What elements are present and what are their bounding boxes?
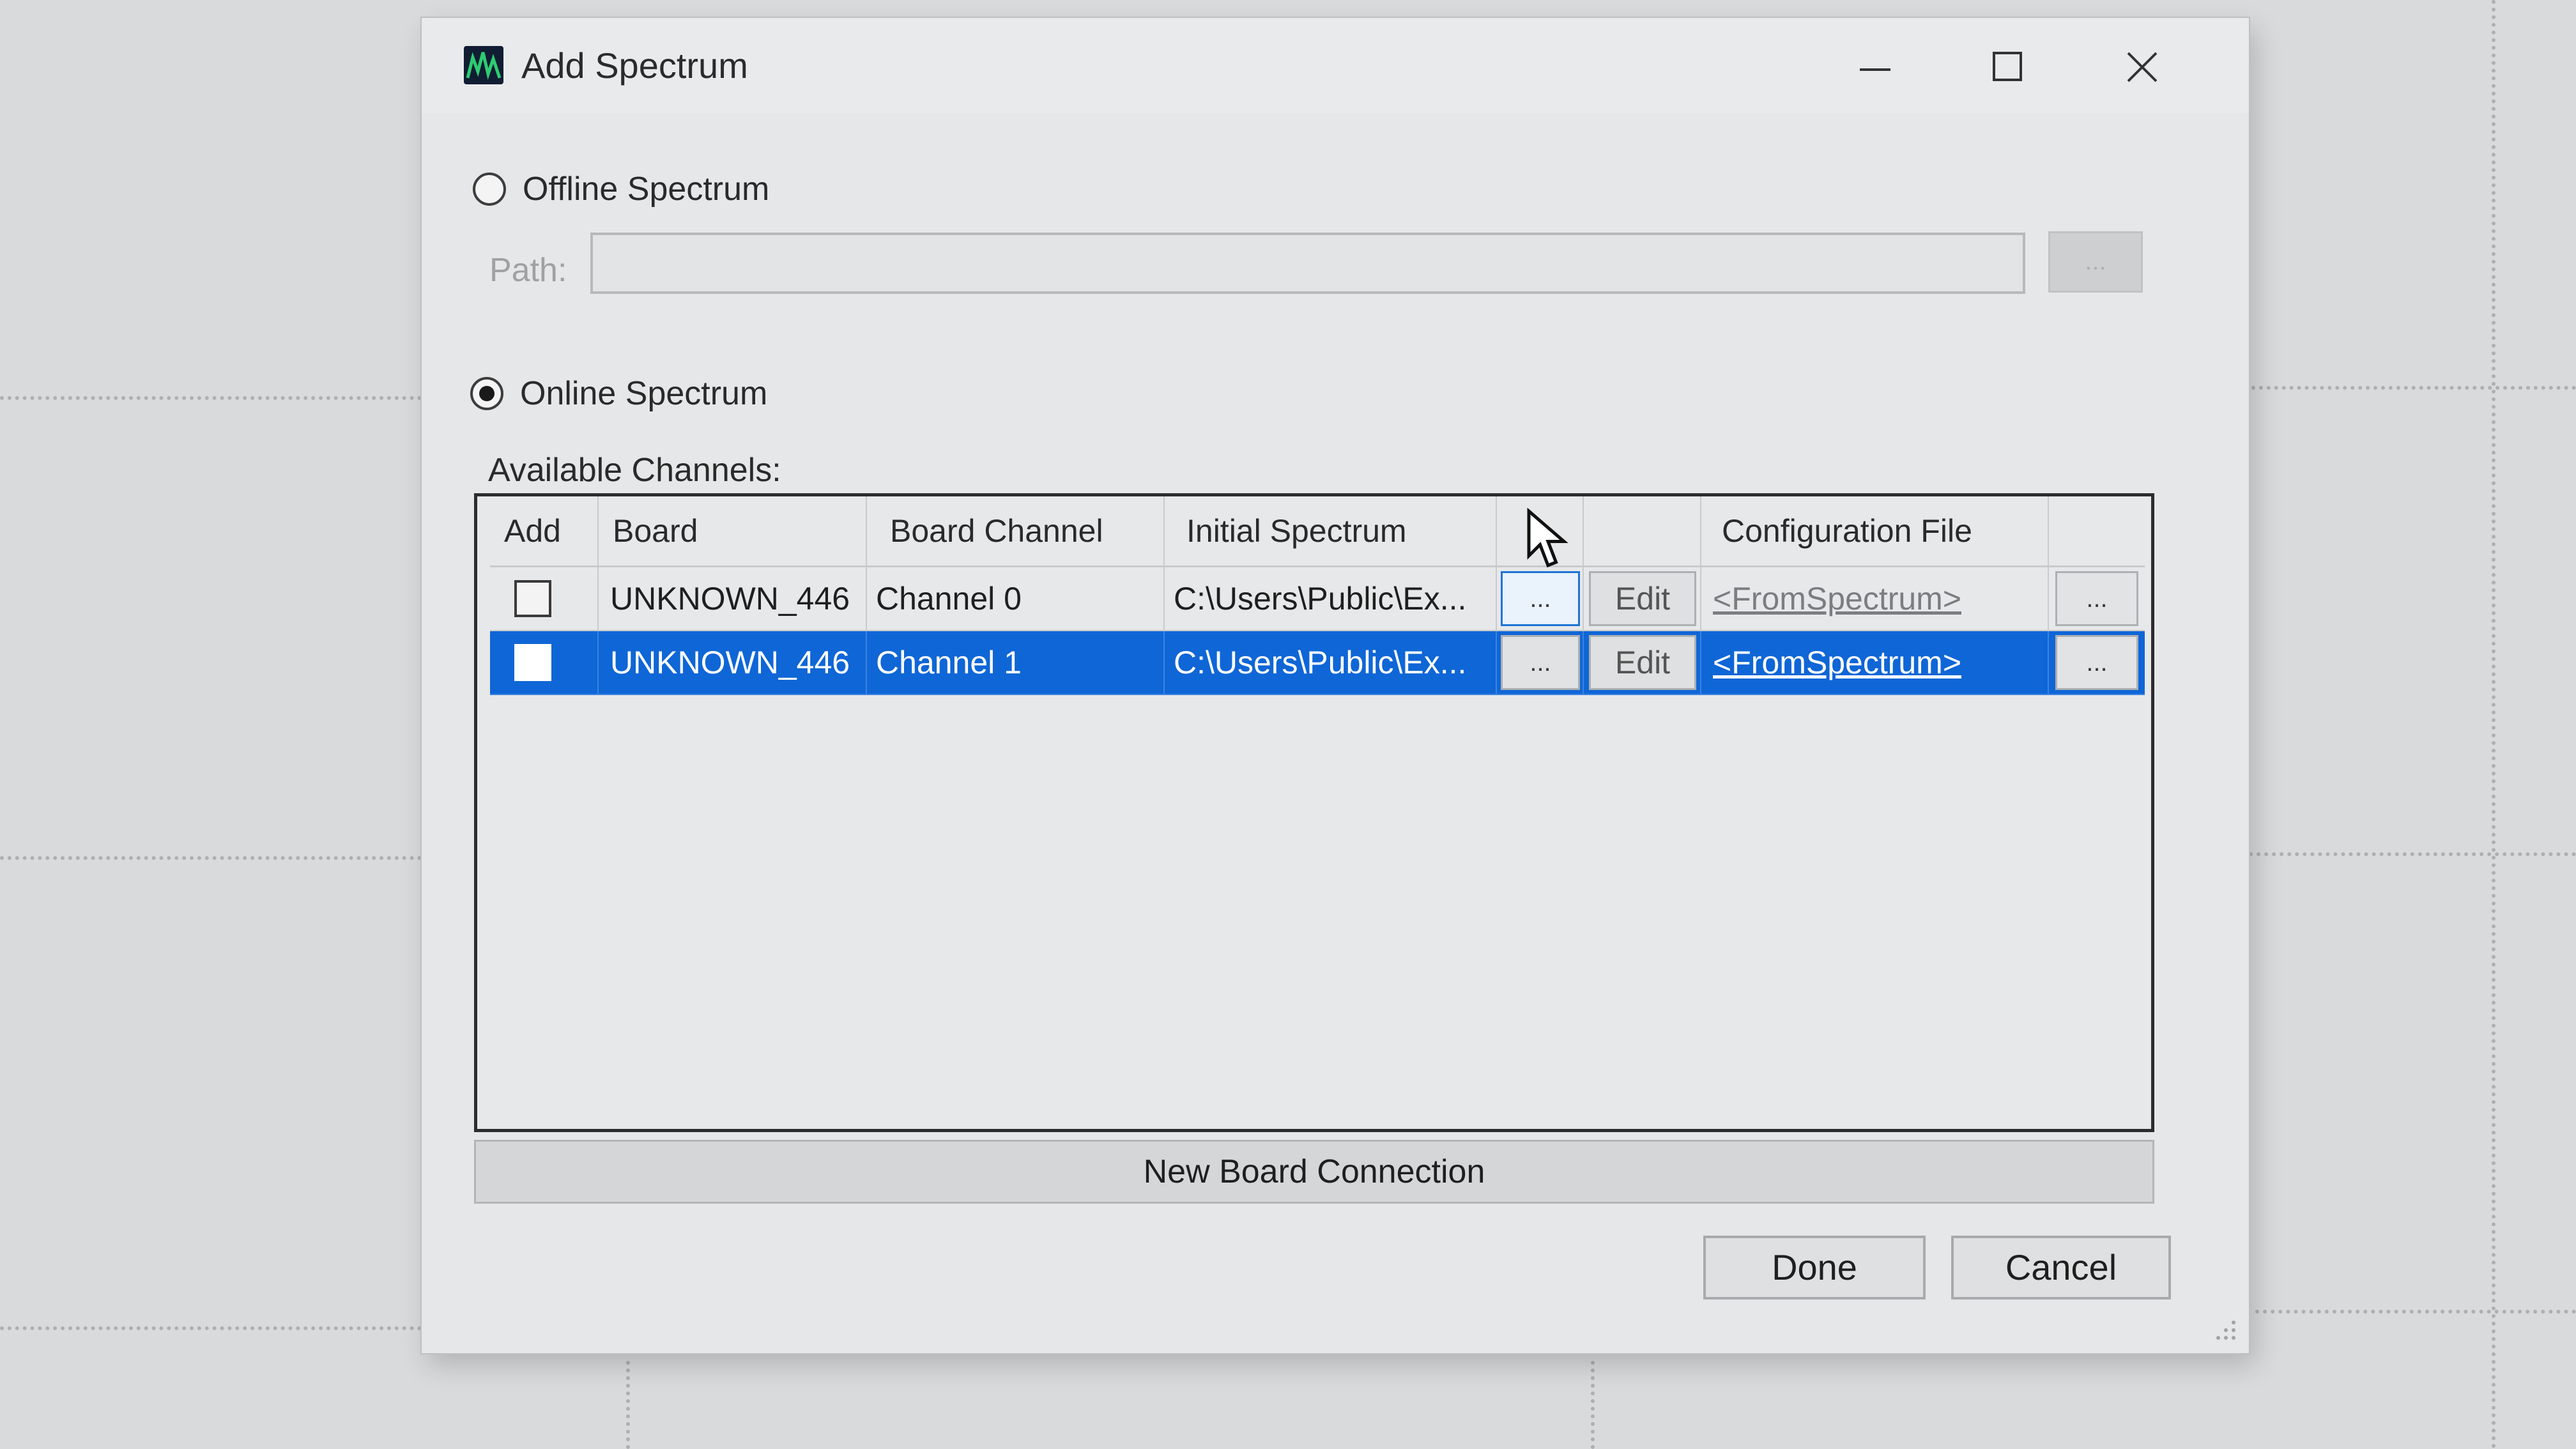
dialog-content: Offline Spectrum Path: ... Online Spectr… — [422, 114, 2249, 1353]
initial-spectrum-cell: C:\Users\Public\Ex... — [1165, 631, 1497, 695]
background-grid-line — [2249, 852, 2576, 856]
channels-grid: Add Board Board Channel Initial Spectrum… — [474, 493, 2154, 1132]
add-checkbox[interactable] — [514, 580, 551, 617]
initial-spectrum-browse-button[interactable]: ... — [1501, 571, 1580, 626]
path-input[interactable] — [590, 233, 2025, 294]
background-grid-line — [2236, 386, 2576, 390]
column-header-configuration-file[interactable]: Configuration File — [1701, 496, 2049, 565]
radio-circle — [470, 377, 503, 410]
initial-spectrum-browse-button[interactable]: ... — [1501, 635, 1580, 690]
cancel-button[interactable]: Cancel — [1951, 1236, 2171, 1300]
background-grid-line — [0, 1326, 422, 1330]
initial-spectrum-cell: C:\Users\Public\Ex... — [1165, 567, 1497, 631]
grid-header: Add Board Board Channel Initial Spectrum… — [490, 496, 2145, 567]
configuration-file-link[interactable]: <FromSpectrum> — [1713, 580, 1961, 617]
background-grid-line — [1591, 1361, 1595, 1449]
path-label: Path: — [489, 252, 567, 289]
background-grid-line — [0, 396, 422, 400]
config-browse-button[interactable]: ... — [2055, 635, 2138, 690]
edit-button[interactable]: Edit — [1589, 571, 1696, 626]
minimize-button[interactable] — [1827, 32, 1923, 102]
add-spectrum-dialog: Add Spectrum Offline Spectrum Path: ... … — [422, 18, 2249, 1353]
maximize-button[interactable] — [1960, 32, 2056, 102]
table-row[interactable]: UNKNOWN_446 Channel 0 C:\Users\Public\Ex… — [490, 567, 2145, 631]
online-spectrum-radio[interactable]: Online Spectrum — [470, 374, 767, 413]
path-browse-button[interactable]: ... — [2048, 231, 2143, 293]
close-icon — [2127, 52, 2158, 82]
column-header-board-channel[interactable]: Board Channel — [867, 496, 1165, 565]
board-channel-cell: Channel 1 — [867, 631, 1165, 695]
add-checkbox[interactable] — [514, 644, 551, 681]
mouse-pointer-icon — [1527, 508, 1568, 568]
column-header-config-browse — [2049, 496, 2145, 565]
title-bar: Add Spectrum — [422, 18, 2249, 114]
background-grid-line — [2255, 1310, 2576, 1314]
board-cell: UNKNOWN_446 — [599, 631, 867, 695]
column-header-initial-spectrum[interactable]: Initial Spectrum — [1165, 496, 1497, 565]
maximize-icon — [1993, 52, 2022, 81]
radio-circle — [473, 172, 506, 206]
minimize-icon — [1860, 68, 1890, 71]
window-title: Add Spectrum — [521, 45, 748, 86]
board-channel-cell: Channel 0 — [867, 567, 1165, 631]
offline-spectrum-label: Offline Spectrum — [523, 171, 770, 208]
done-button[interactable]: Done — [1703, 1236, 1926, 1300]
offline-spectrum-radio[interactable]: Offline Spectrum — [473, 170, 769, 208]
available-channels-label: Available Channels: — [488, 452, 781, 489]
online-spectrum-label: Online Spectrum — [520, 375, 768, 412]
board-cell: UNKNOWN_446 — [599, 567, 867, 631]
close-button[interactable] — [2094, 32, 2190, 102]
background-grid-line — [626, 1361, 630, 1449]
app-icon — [464, 46, 503, 84]
configuration-file-link[interactable]: <FromSpectrum> — [1713, 644, 1961, 681]
column-header-board[interactable]: Board — [599, 496, 867, 565]
background-grid-line — [0, 856, 422, 860]
edit-button[interactable]: Edit — [1589, 635, 1696, 690]
column-header-add[interactable]: Add — [490, 496, 599, 565]
background-grid-line — [2492, 0, 2496, 1449]
config-browse-button[interactable]: ... — [2055, 571, 2138, 626]
column-header-edit — [1584, 496, 1701, 565]
table-row-selected[interactable]: UNKNOWN_446 Channel 1 C:\Users\Public\Ex… — [490, 631, 2145, 695]
new-board-connection-button[interactable]: New Board Connection — [474, 1140, 2154, 1204]
resize-grip-icon[interactable] — [2212, 1316, 2237, 1342]
